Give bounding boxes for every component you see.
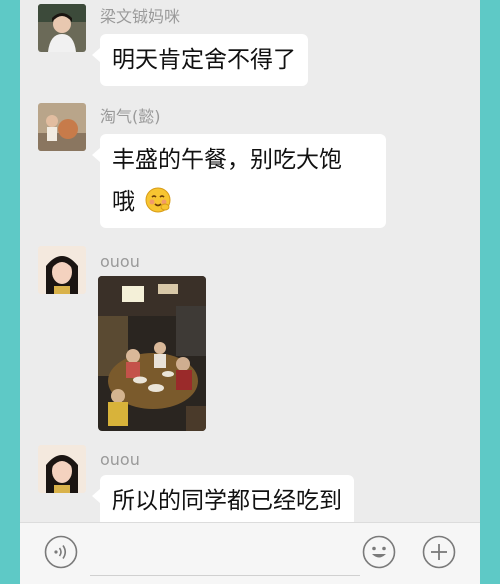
voice-button[interactable] bbox=[44, 535, 78, 569]
message-bubble[interactable]: 所以的同学都已经吃到 bbox=[92, 475, 354, 527]
emoji-button[interactable] bbox=[362, 535, 396, 569]
avatar-sender-2[interactable] bbox=[38, 103, 86, 151]
chat-input-bar bbox=[20, 522, 480, 584]
message-bubble[interactable]: 丰盛的午餐，别吃大饱 哦 bbox=[92, 134, 386, 228]
avatar-sender-1[interactable] bbox=[38, 4, 86, 52]
message-text: 所以的同学都已经吃到 bbox=[112, 488, 342, 514]
message-text: 明天肯定舍不得了 bbox=[112, 47, 296, 73]
photo-message[interactable] bbox=[98, 276, 206, 431]
chat-screen: 梁文铖妈咪 明天肯定舍不得了 淘气(懿) 丰盛的午餐，别吃大饱 哦 ouou o… bbox=[20, 0, 480, 584]
sender-name: ouou bbox=[100, 450, 140, 469]
sender-name: ouou bbox=[100, 252, 140, 271]
emoji-icon bbox=[362, 535, 396, 569]
plus-icon bbox=[422, 535, 456, 569]
avatar-sender-3[interactable] bbox=[38, 246, 86, 294]
message-text-line-2: 哦 bbox=[112, 181, 374, 223]
message-bubble[interactable]: 明天肯定舍不得了 bbox=[92, 34, 308, 86]
sender-name: 淘气(懿) bbox=[100, 107, 161, 126]
sender-name: 梁文铖妈咪 bbox=[100, 7, 181, 26]
voice-icon bbox=[44, 535, 78, 569]
avatar-sender-4[interactable] bbox=[38, 445, 86, 493]
message-input[interactable] bbox=[90, 575, 360, 576]
more-button[interactable] bbox=[422, 535, 456, 569]
shy-smile-emoji-icon bbox=[145, 187, 171, 213]
message-text-line-1: 丰盛的午餐，别吃大饱 bbox=[112, 147, 342, 173]
